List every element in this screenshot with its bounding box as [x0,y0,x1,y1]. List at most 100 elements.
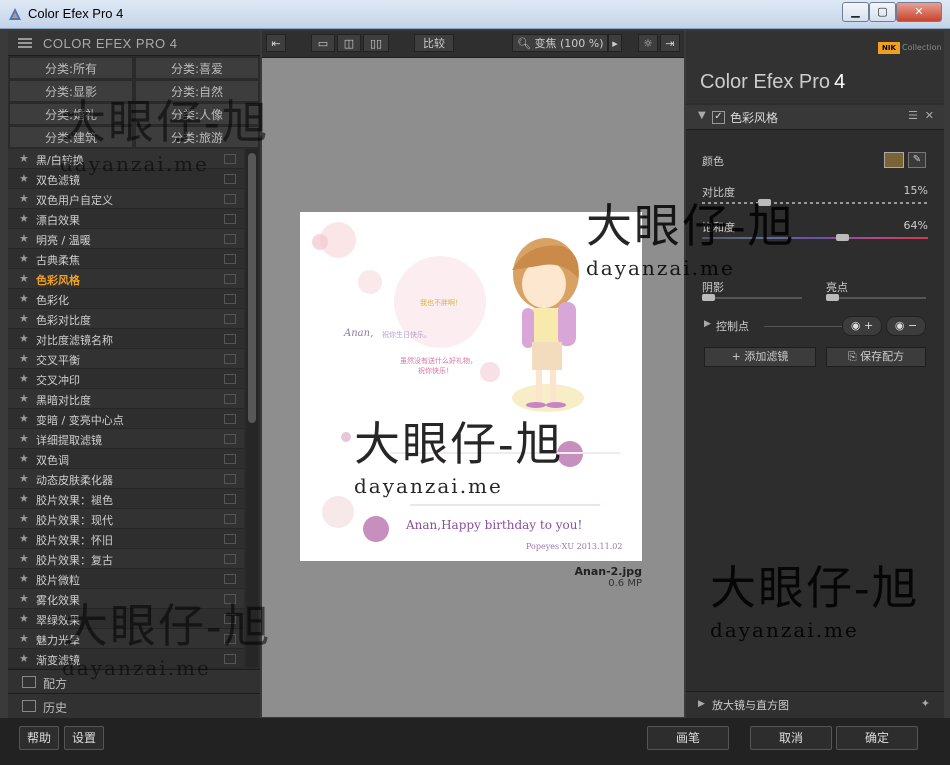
filter-item[interactable]: ★ 色彩对比度 [8,309,244,329]
preview-canvas[interactable]: Anan, 祝你生日快乐。 我也不胖啊！ 虽然没有送什么好礼物， 祝你快乐！ A… [262,58,684,717]
filter-item[interactable]: ★ 漂白效果 [8,209,244,229]
filter-item[interactable]: ★ 交叉冲印 [8,369,244,389]
category-architecture[interactable]: 分类:建筑 [9,126,133,148]
zoom-dropdown[interactable]: 🔍︎ 变焦 (100 %) [512,34,608,52]
filter-item[interactable]: ★ 胶片效果：复古 [8,549,244,569]
saturation-track[interactable] [702,237,928,239]
contrast-track[interactable] [702,202,928,204]
star-icon[interactable]: ★ [19,312,29,325]
star-icon[interactable]: ★ [19,432,29,445]
chevron-right-icon[interactable]: ▶ [704,319,711,329]
star-icon[interactable]: ★ [19,352,29,365]
filter-item-active[interactable]: ★ 色彩风格 [8,269,244,289]
ok-button[interactable]: 确定 [836,726,918,750]
compare-button[interactable]: 比较 [414,34,454,52]
shadows-track[interactable] [702,297,802,299]
filter-item[interactable]: ★ 古典柔焦 [8,249,244,269]
shadows-thumb[interactable] [702,294,715,301]
category-all[interactable]: 分类:所有 [9,57,133,79]
star-icon[interactable]: ★ [19,172,29,185]
star-icon[interactable]: ★ [19,492,29,505]
saturation-thumb[interactable] [836,234,849,241]
filter-item[interactable]: ★ 胶片微粒 [8,569,244,589]
filter-item[interactable]: ★ 黑暗对比度 [8,389,244,409]
category-wedding[interactable]: 分类:婚礼 [9,103,133,125]
category-develop[interactable]: 分类:显影 [9,80,133,102]
star-icon[interactable]: ★ [19,652,29,665]
filter-item[interactable]: ★ 色彩化 [8,289,244,309]
minimize-button[interactable]: ▁ [842,2,869,22]
star-icon[interactable]: ★ [19,252,29,265]
remove-control-point-button[interactable]: ◉ − [886,316,926,336]
filter-item[interactable]: ★ 渐变滤镜 [8,649,244,667]
star-icon[interactable]: ★ [19,532,29,545]
filter-item[interactable]: ★ 胶片效果：现代 [8,509,244,529]
show-panel-button[interactable]: ⇥ [660,34,680,52]
close-icon[interactable]: ✕ [925,109,934,122]
preview-image[interactable]: Anan, 祝你生日快乐。 我也不胖啊！ 虽然没有送什么好礼物， 祝你快乐！ A… [300,212,642,561]
loupe-histogram-section[interactable]: ▶ 放大镜与直方图 ✦ [686,691,944,718]
contrast-slider[interactable]: 对比度 15% [702,184,928,208]
pin-icon[interactable]: ✦ [921,697,930,710]
star-icon[interactable]: ★ [19,452,29,465]
star-icon[interactable]: ★ [19,152,29,165]
filter-item[interactable]: ★ 雾化效果 [8,589,244,609]
star-icon[interactable]: ★ [19,392,29,405]
split-view-button[interactable]: ◫ [337,34,361,52]
star-icon[interactable]: ★ [19,472,29,485]
filter-section-header[interactable]: ▼ ✓ 色彩风格 ☰ ✕ [686,105,944,130]
save-recipe-button[interactable]: ⎘ 保存配方 [826,347,926,367]
filter-item[interactable]: ★ 详细提取滤镜 [8,429,244,449]
side-by-side-button[interactable]: ▯▯ [363,34,389,52]
filter-item[interactable]: ★ 对比度滤镜名称 [8,329,244,349]
recipes-section[interactable]: 配方 [8,669,260,694]
star-icon[interactable]: ★ [19,612,29,625]
chevron-down-icon[interactable]: ▼ [698,110,706,121]
star-icon[interactable]: ★ [19,372,29,385]
category-favorites[interactable]: 分类:喜爱 [135,57,259,79]
star-icon[interactable]: ★ [19,552,29,565]
star-icon[interactable]: ★ [19,232,29,245]
filter-item[interactable]: ★ 明亮 / 温暖 [8,229,244,249]
shadows-slider[interactable]: 阴影 [702,279,802,303]
eyedropper-icon[interactable]: ✎ [908,152,926,168]
chevron-right-icon[interactable]: ▶ [698,699,705,709]
star-icon[interactable]: ★ [19,292,29,305]
filter-enabled-checkbox[interactable]: ✓ [712,111,725,124]
add-control-point-button[interactable]: ◉ + [842,316,882,336]
filter-item[interactable]: ★ 胶片效果：怀旧 [8,529,244,549]
color-swatch[interactable] [884,152,904,168]
options-menu-icon[interactable]: ☰ [908,109,918,122]
filter-item[interactable]: ★ 翠绿效果 [8,609,244,629]
scrollbar-thumb[interactable] [248,153,256,423]
category-travel[interactable]: 分类:旅游 [135,126,259,148]
star-icon[interactable]: ★ [19,412,29,425]
category-portrait[interactable]: 分类:人像 [135,103,259,125]
filter-item[interactable]: ★ 变暗 / 变亮中心点 [8,409,244,429]
chevron-right-icon[interactable]: ▸ [608,34,622,52]
hide-panel-button[interactable]: ⇤ [266,34,286,52]
star-icon[interactable]: ★ [19,512,29,525]
filter-item[interactable]: ★ 双色滤镜 [8,169,244,189]
filter-list-scrollbar[interactable] [246,149,258,667]
menu-icon[interactable] [18,38,32,48]
star-icon[interactable]: ★ [19,592,29,605]
filter-item[interactable]: ★ 双色用户自定义 [8,189,244,209]
contrast-thumb[interactable] [758,199,771,206]
filter-item[interactable]: ★ 动态皮肤柔化器 [8,469,244,489]
saturation-slider[interactable]: 饱和度 64% [702,219,928,243]
cancel-button[interactable]: 取消 [750,726,832,750]
highlights-track[interactable] [826,297,926,299]
highlights-slider[interactable]: 亮点 [826,279,926,303]
star-icon[interactable]: ★ [19,212,29,225]
maximize-button[interactable]: ▢ [869,2,896,22]
close-button[interactable]: ✕ [896,2,942,22]
background-light-icon[interactable]: ☼ [638,34,658,52]
single-view-button[interactable]: ▭ [311,34,335,52]
filter-item[interactable]: ★ 双色调 [8,449,244,469]
help-button[interactable]: 帮助 [19,726,59,750]
brush-button[interactable]: 画笔 [647,726,729,750]
settings-button[interactable]: 设置 [64,726,104,750]
filter-item[interactable]: ★ 魅力光晕 [8,629,244,649]
filter-item[interactable]: ★ 胶片效果：褪色 [8,489,244,509]
